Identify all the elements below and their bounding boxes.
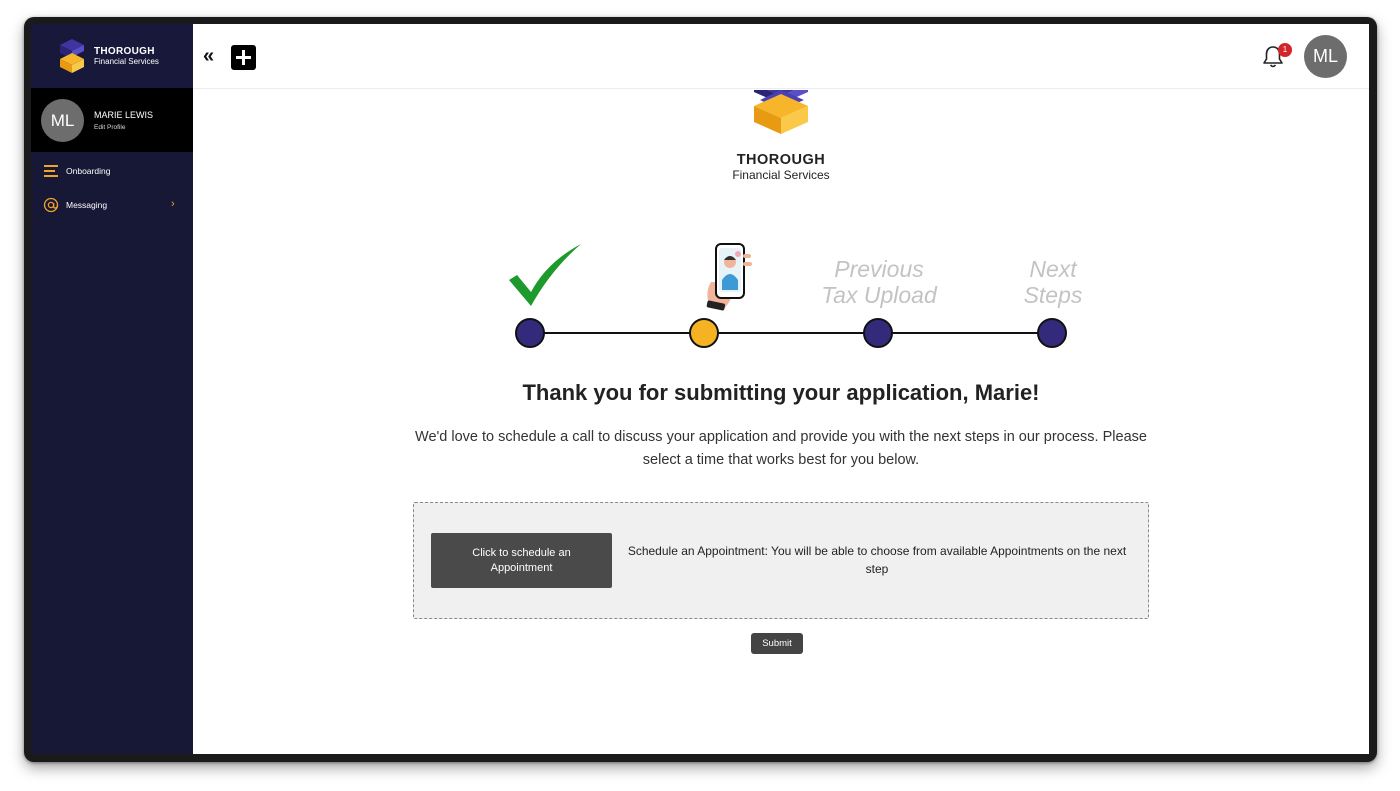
step-dot-previous-tax-upload [863, 318, 893, 348]
brand-logo-icon [60, 39, 84, 73]
step-dot-next-steps [1037, 318, 1067, 348]
step-dot-current [689, 318, 719, 348]
brand-subtitle: Financial Services [94, 57, 159, 66]
plus-icon [236, 50, 251, 65]
sidebar-brand[interactable]: THOROUGH Financial Services [31, 24, 193, 88]
schedule-appointment-button[interactable]: Click to schedule an Appointment [431, 533, 612, 588]
page-title: Thank you for submitting your applicatio… [522, 380, 1040, 405]
checkmark-icon [509, 244, 581, 306]
chevron-right-icon[interactable]: › [171, 198, 175, 210]
app-screen: THOROUGH Financial Services ML MARIE LEW… [31, 24, 1369, 754]
schedule-appointment-box: Click to schedule an Appointment Schedul… [413, 502, 1149, 619]
at-sign-icon [43, 197, 59, 213]
main-content: THOROUGH Financial Services Previous Tax… [193, 90, 1369, 754]
user-avatar[interactable]: ML [1304, 35, 1347, 78]
menu-lines-icon [44, 165, 58, 177]
sidebar: THOROUGH Financial Services ML MARIE LEW… [31, 24, 193, 754]
profile-block[interactable]: ML MARIE LEWIS Edit Profile [31, 88, 193, 152]
step-label-previous-tax-upload: Previous Tax Upload [821, 256, 937, 308]
sidebar-item-label: Messaging [66, 200, 108, 210]
topbar: « 1 ML [193, 24, 1369, 89]
add-button[interactable] [231, 45, 256, 70]
notification-badge: 1 [1278, 43, 1292, 57]
profile-name: MARIE LEWIS [94, 110, 154, 120]
step-label-next-steps: Next Steps [1023, 256, 1083, 308]
company-name: THOROUGH [736, 152, 826, 168]
schedule-description: Schedule an Appointment: You will be abl… [627, 544, 1127, 576]
company-logo-icon [754, 90, 808, 134]
step-dot-completed [515, 318, 545, 348]
brand-name: THOROUGH [94, 46, 155, 57]
phone-hand-icon [706, 243, 752, 311]
sidebar-item-label: Onboarding [66, 166, 111, 176]
sidebar-item-messaging[interactable]: Messaging › [31, 194, 193, 216]
company-subtitle: Financial Services [732, 168, 830, 182]
submit-button[interactable]: Submit [751, 633, 803, 654]
avatar[interactable]: ML [41, 99, 84, 142]
edit-profile-link[interactable]: Edit Profile [94, 124, 125, 132]
sidebar-item-onboarding[interactable]: Onboarding [31, 160, 193, 182]
intro-text: We'd love to schedule a call to discuss … [415, 429, 1147, 468]
progress-track [530, 332, 1054, 334]
collapse-sidebar-button[interactable]: « [203, 44, 219, 68]
